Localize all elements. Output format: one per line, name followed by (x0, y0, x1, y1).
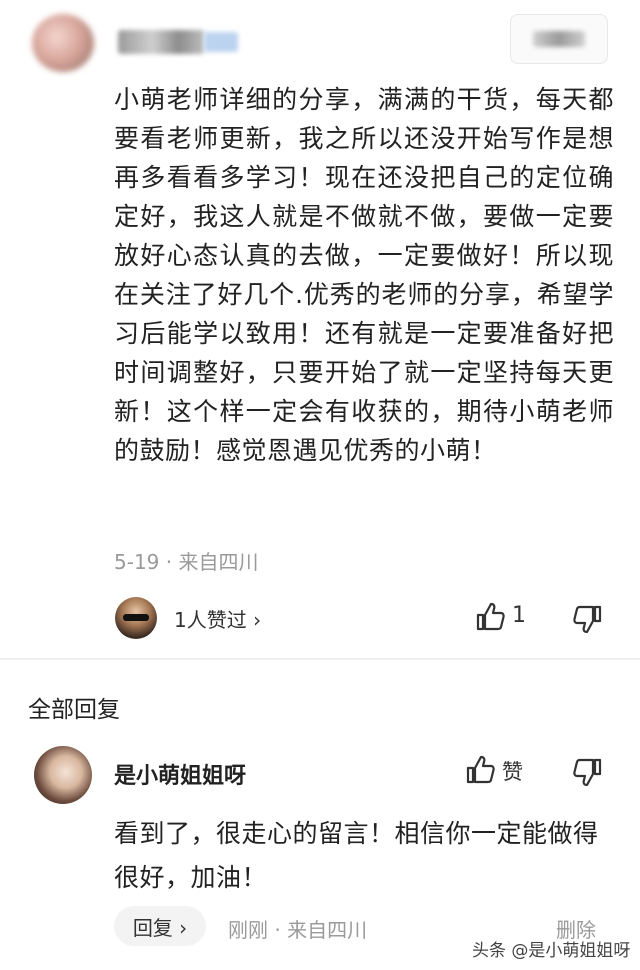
author-badge-blurred (204, 32, 238, 52)
author-name-blurred[interactable] (118, 30, 204, 54)
reply-thumb-up-icon[interactable] (464, 754, 496, 786)
reply-author-name[interactable]: 是小萌姐姐呀 (114, 758, 246, 790)
comment-meta: 5-19 · 来自四川 (114, 550, 259, 574)
thumb-down-icon[interactable] (572, 603, 604, 635)
section-divider (0, 658, 640, 660)
reply-like-label[interactable]: 赞 (502, 756, 523, 786)
reply-button[interactable]: 回复 › (114, 906, 206, 946)
author-avatar-blurred[interactable] (32, 14, 94, 72)
follow-button-blurred[interactable] (510, 14, 608, 64)
thumb-up-icon[interactable] (474, 601, 506, 633)
reply-meta: 刚刚 · 来自四川 (228, 918, 368, 942)
reply-thumb-down-icon[interactable] (572, 756, 604, 788)
liker-avatar[interactable] (115, 597, 157, 639)
reply-avatar[interactable] (34, 746, 92, 804)
watermark: 头条 @是小萌姐姐呀 (472, 941, 631, 961)
all-replies-title: 全部回复 (28, 697, 120, 723)
comment-text: 小萌老师详细的分享，满满的干货，每天都要看老师更新，我之所以还没开始写作是想再多… (114, 85, 614, 465)
reply-text: 看到了，很走心的留言！相信你一定能做得很好，加油！ (114, 819, 599, 892)
like-count: 1 (512, 603, 526, 628)
likes-summary-link[interactable]: 1人赞过 › (174, 604, 261, 633)
